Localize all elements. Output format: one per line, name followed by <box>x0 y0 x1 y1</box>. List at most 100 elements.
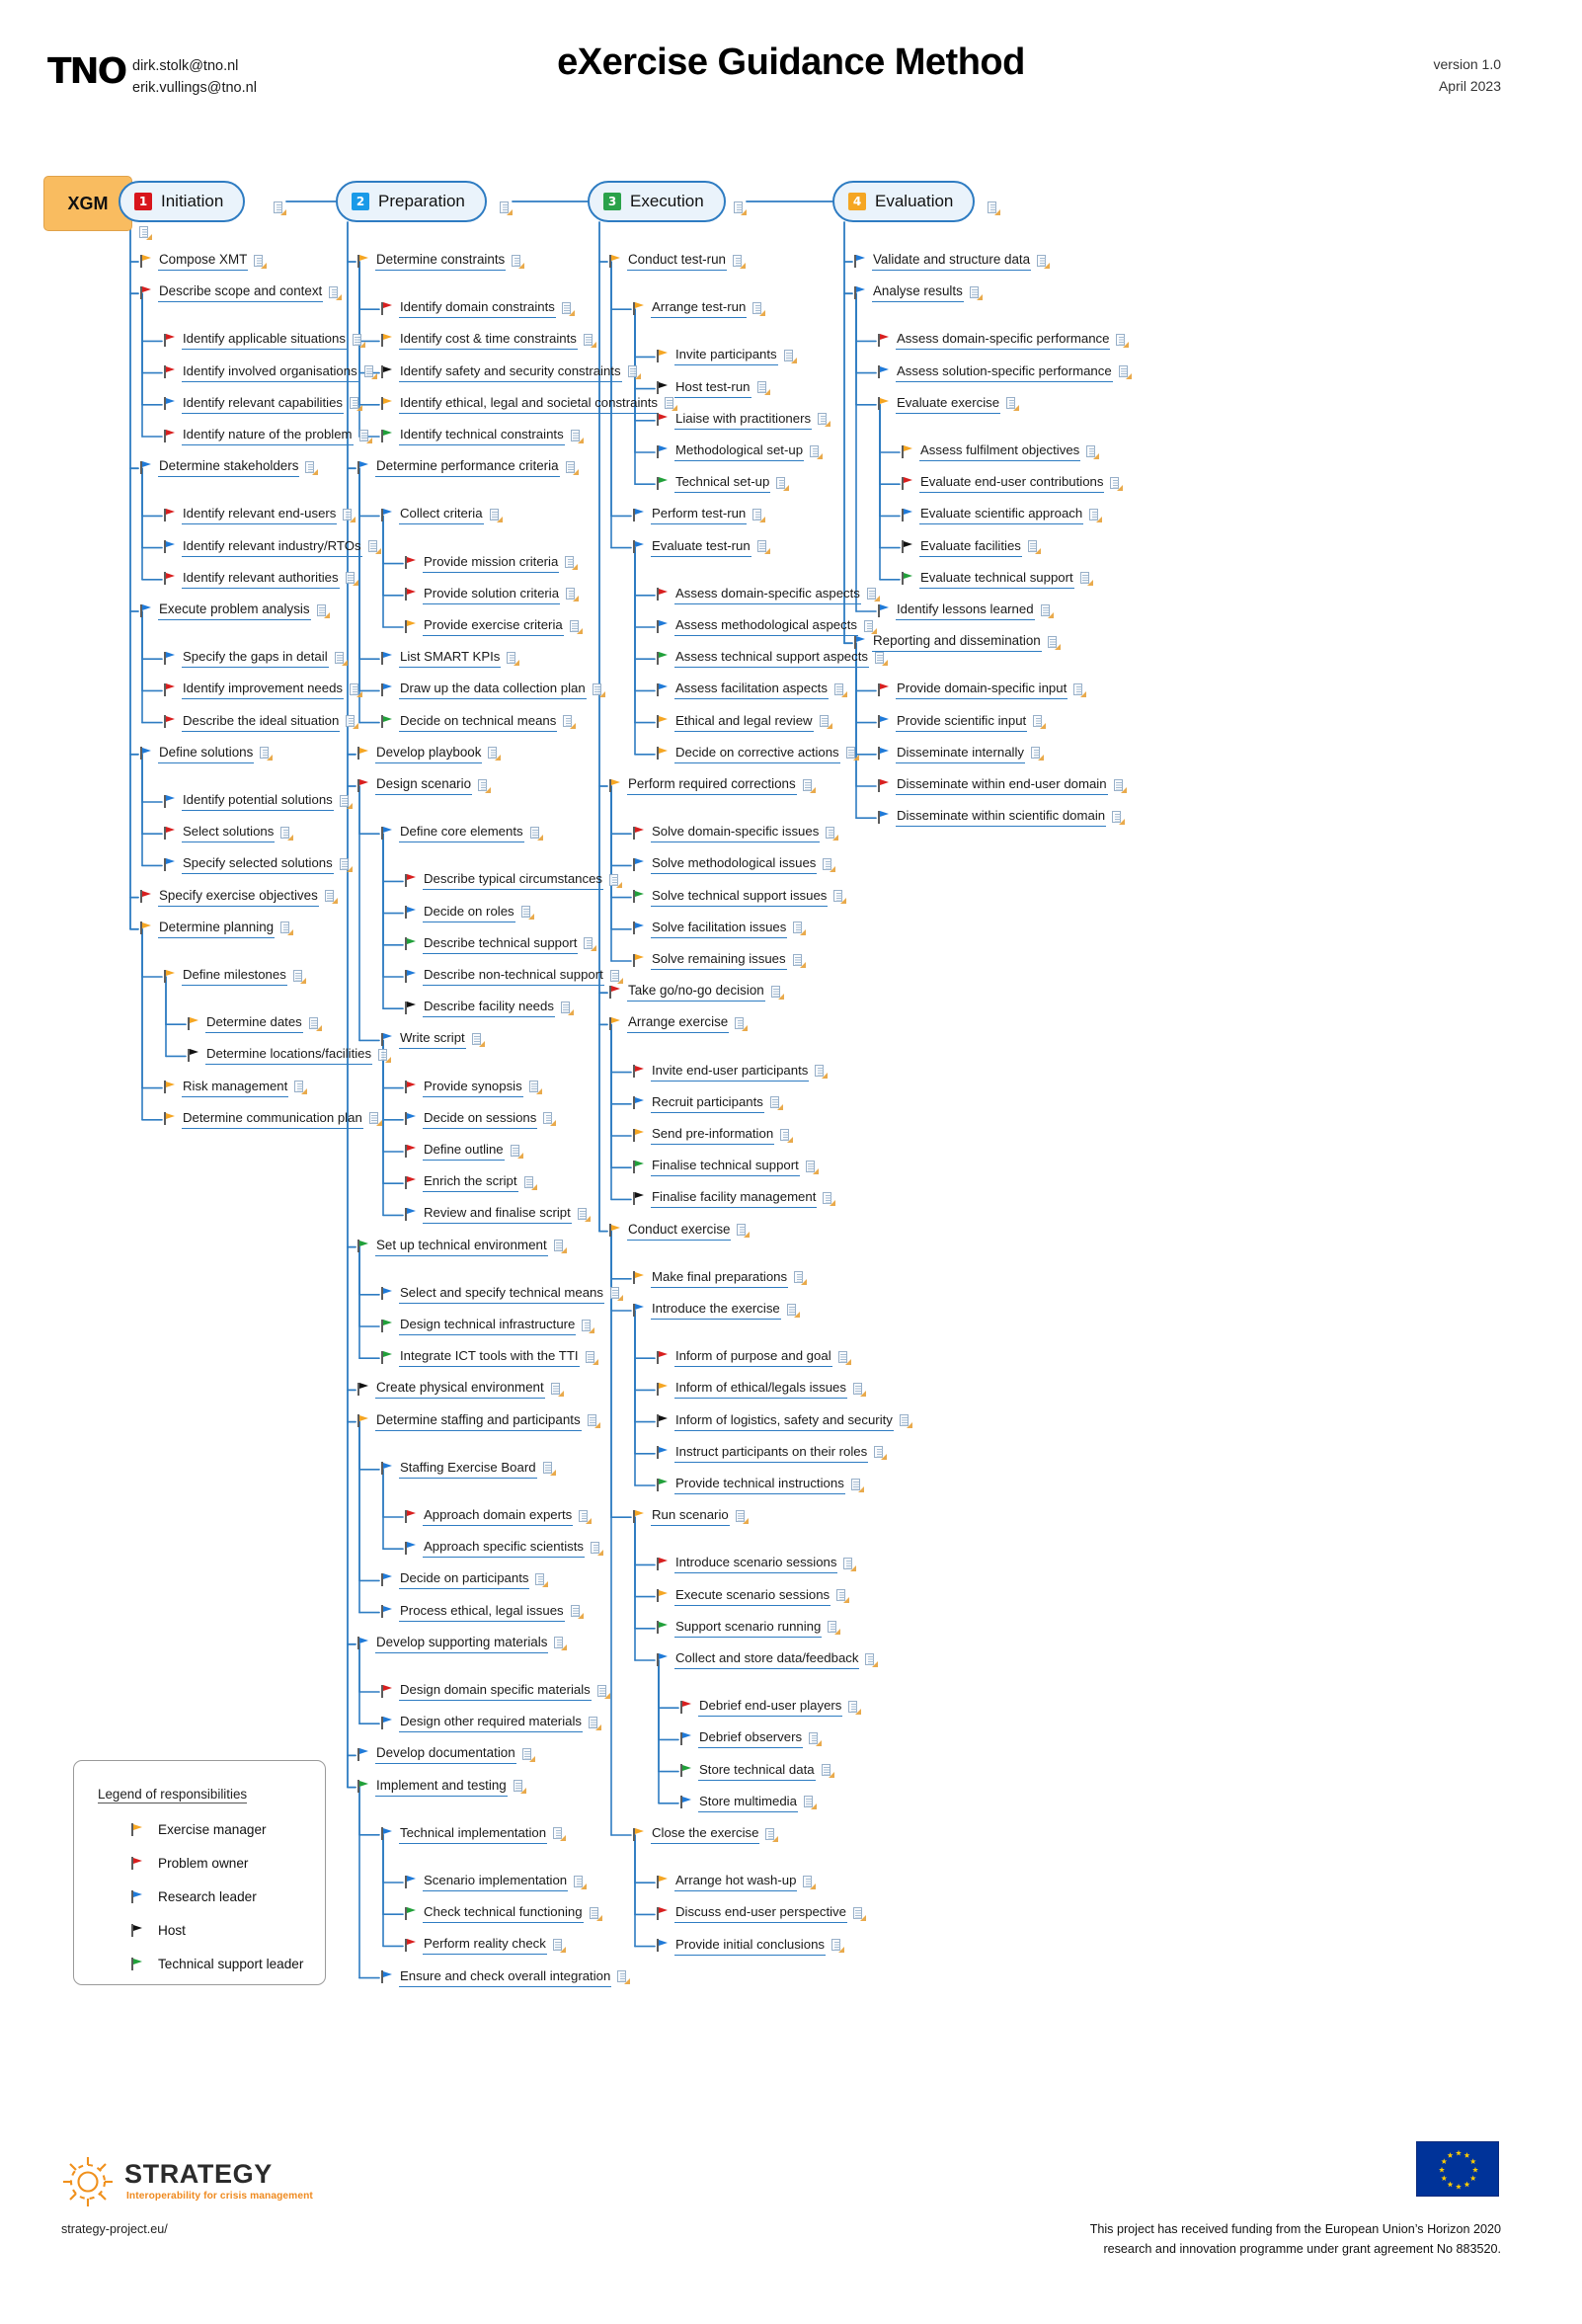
note-icon[interactable] <box>334 651 348 666</box>
topic-select-and-specify-technical-means[interactable]: Select and specify technical means <box>381 1285 623 1304</box>
note-icon[interactable] <box>842 1557 857 1571</box>
topic-technical-implementation[interactable]: Technical implementation <box>381 1825 567 1844</box>
note-icon-root[interactable] <box>138 225 152 240</box>
topic-identify-applicable-situations[interactable]: Identify applicable situations <box>164 331 365 351</box>
note-icon[interactable] <box>817 412 831 428</box>
topic-solve-facilitation-issues[interactable]: Solve facilitation issues <box>633 920 807 938</box>
topic-risk-management[interactable]: Risk management <box>164 1079 308 1097</box>
note-icon[interactable] <box>751 508 766 522</box>
note-icon[interactable] <box>805 1160 819 1174</box>
note-icon[interactable] <box>609 1286 623 1302</box>
topic-liaise-with-practitioners[interactable]: Liaise with practitioners <box>657 411 831 430</box>
note-icon[interactable] <box>821 1763 834 1779</box>
topic-provide-technical-instructions[interactable]: Provide technical instructions <box>657 1476 864 1494</box>
topic-identify-technical-constraints[interactable]: Identify technical constraints <box>381 427 584 445</box>
topic-determine-locations-facilities[interactable]: Determine locations/facilities <box>188 1046 392 1066</box>
note-icon[interactable] <box>808 1731 823 1746</box>
topic-validate-and-structure-data[interactable]: Validate and structure data <box>854 252 1051 271</box>
topic-develop-playbook[interactable]: Develop playbook <box>357 745 502 763</box>
note-icon[interactable] <box>513 1779 526 1795</box>
note-icon[interactable] <box>814 1064 829 1080</box>
topic-identify-relevant-industry-rtos[interactable]: Identify relevant industry/RTOs <box>164 538 381 557</box>
note-icon[interactable] <box>590 1541 603 1556</box>
topic-develop-documentation[interactable]: Develop documentation <box>357 1745 535 1765</box>
topic-specify-the-gaps-in-detail[interactable]: Specify the gaps in detail <box>164 649 348 669</box>
note-icon[interactable] <box>585 1350 598 1365</box>
note-icon[interactable] <box>608 873 623 888</box>
topic-provide-scientific-input[interactable]: Provide scientific input <box>878 713 1047 732</box>
topic-design-scenario[interactable]: Design scenario <box>357 776 492 795</box>
topic-identify-improvement-needs[interactable]: Identify improvement needs <box>164 681 362 700</box>
topic-take-go-no-go-decision[interactable]: Take go/no-go decision <box>609 983 784 1002</box>
topic-provide-synopsis[interactable]: Provide synopsis <box>405 1079 542 1097</box>
topic-collect-criteria[interactable]: Collect criteria <box>381 506 503 525</box>
note-icon[interactable] <box>253 254 268 269</box>
topic-host-test-run[interactable]: Host test-run <box>657 379 770 398</box>
topic-solve-remaining-issues[interactable]: Solve remaining issues <box>633 951 806 970</box>
note-icon[interactable] <box>565 587 580 602</box>
topic-determine-communication-plan[interactable]: Determine communication plan <box>164 1110 382 1129</box>
note-icon[interactable] <box>783 349 797 363</box>
note-icon[interactable] <box>565 460 579 475</box>
note-icon[interactable] <box>1118 364 1132 380</box>
note-icon[interactable] <box>308 1016 322 1031</box>
topic-compose-xmt[interactable]: Compose XMT <box>140 252 268 271</box>
topic-perform-reality-check[interactable]: Perform reality check <box>405 1936 566 1956</box>
topic-finalise-technical-support[interactable]: Finalise technical support <box>633 1158 819 1177</box>
note-icon[interactable] <box>324 889 338 905</box>
topic-reporting-and-dissemination[interactable]: Reporting and dissemination <box>854 633 1061 653</box>
note-icon[interactable] <box>627 364 641 380</box>
note-icon[interactable] <box>825 826 839 841</box>
topic-store-technical-data[interactable]: Store technical data <box>680 1762 834 1781</box>
topic-identify-nature-of-the-problem[interactable]: Identify nature of the problem <box>164 427 372 445</box>
note-icon[interactable] <box>345 571 358 587</box>
note-icon[interactable] <box>1109 476 1124 491</box>
topic-assess-solution-specific-performance[interactable]: Assess solution-specific performance <box>878 363 1132 382</box>
topic-design-other-required-materials[interactable]: Design other required materials <box>381 1714 601 1733</box>
note-icon[interactable] <box>529 826 543 841</box>
topic-debrief-observers[interactable]: Debrief observers <box>680 1729 823 1749</box>
note-icon[interactable] <box>735 1509 749 1524</box>
note-icon[interactable] <box>552 1938 566 1953</box>
note-icon[interactable] <box>1113 778 1127 793</box>
note-icon[interactable] <box>596 1684 610 1699</box>
topic-conduct-test-run[interactable]: Conduct test-run <box>609 252 746 271</box>
topic-design-technical-infrastructure[interactable]: Design technical infrastructure <box>381 1317 595 1335</box>
note-icon[interactable] <box>570 1604 584 1620</box>
note-icon[interactable] <box>279 826 294 841</box>
note-icon[interactable] <box>756 539 770 555</box>
topic-store-multimedia[interactable]: Store multimedia <box>680 1794 817 1812</box>
note-icon[interactable] <box>819 714 832 730</box>
topic-inform-of-ethical-legals-issues[interactable]: Inform of ethical/legals issues <box>657 1380 866 1400</box>
note-icon[interactable] <box>831 1938 844 1954</box>
phase-node-evaluation[interactable]: 4 Evaluation <box>832 181 976 222</box>
note-icon[interactable] <box>852 1906 866 1921</box>
topic-assess-fulfilment-objectives[interactable]: Assess fulfilment objectives <box>902 442 1100 461</box>
topic-decide-on-participants[interactable]: Decide on participants <box>381 1570 549 1590</box>
note-icon[interactable] <box>352 333 365 348</box>
note-icon[interactable] <box>542 1111 557 1127</box>
topic-inform-of-logistics-safety-and-security[interactable]: Inform of logistics, safety and security <box>657 1412 912 1431</box>
note-icon[interactable] <box>802 1875 817 1889</box>
topic-introduce-scenario-sessions[interactable]: Introduce scenario sessions <box>657 1555 857 1574</box>
note-icon[interactable] <box>328 285 343 300</box>
topic-specify-exercise-objectives[interactable]: Specify exercise objectives <box>140 888 338 907</box>
note-icon[interactable] <box>511 254 525 269</box>
topic-list-smart-kpis[interactable]: List SMART KPIs <box>381 649 520 669</box>
topic-methodological-set-up[interactable]: Methodological set-up <box>657 442 824 461</box>
note-icon[interactable] <box>553 1636 568 1651</box>
note-icon[interactable] <box>845 746 859 761</box>
topic-determine-constraints[interactable]: Determine constraints <box>357 252 525 271</box>
note-icon[interactable] <box>339 857 353 872</box>
topic-integrate-ict-tools-with-the-tti[interactable]: Integrate ICT tools with the TTI <box>381 1348 598 1368</box>
topic-identify-involved-organisations[interactable]: Identify involved organisations <box>164 363 377 382</box>
topic-define-outline[interactable]: Define outline <box>405 1142 523 1161</box>
note-icon[interactable] <box>569 619 583 634</box>
strategy-url[interactable]: strategy-project.eu/ <box>61 2222 168 2236</box>
note-icon[interactable] <box>550 1382 564 1397</box>
note-icon[interactable] <box>734 1016 749 1031</box>
topic-describe-facility-needs[interactable]: Describe facility needs <box>405 999 574 1018</box>
note-icon[interactable] <box>560 1001 574 1015</box>
note-icon[interactable] <box>377 1048 392 1063</box>
note-icon[interactable] <box>292 969 306 984</box>
